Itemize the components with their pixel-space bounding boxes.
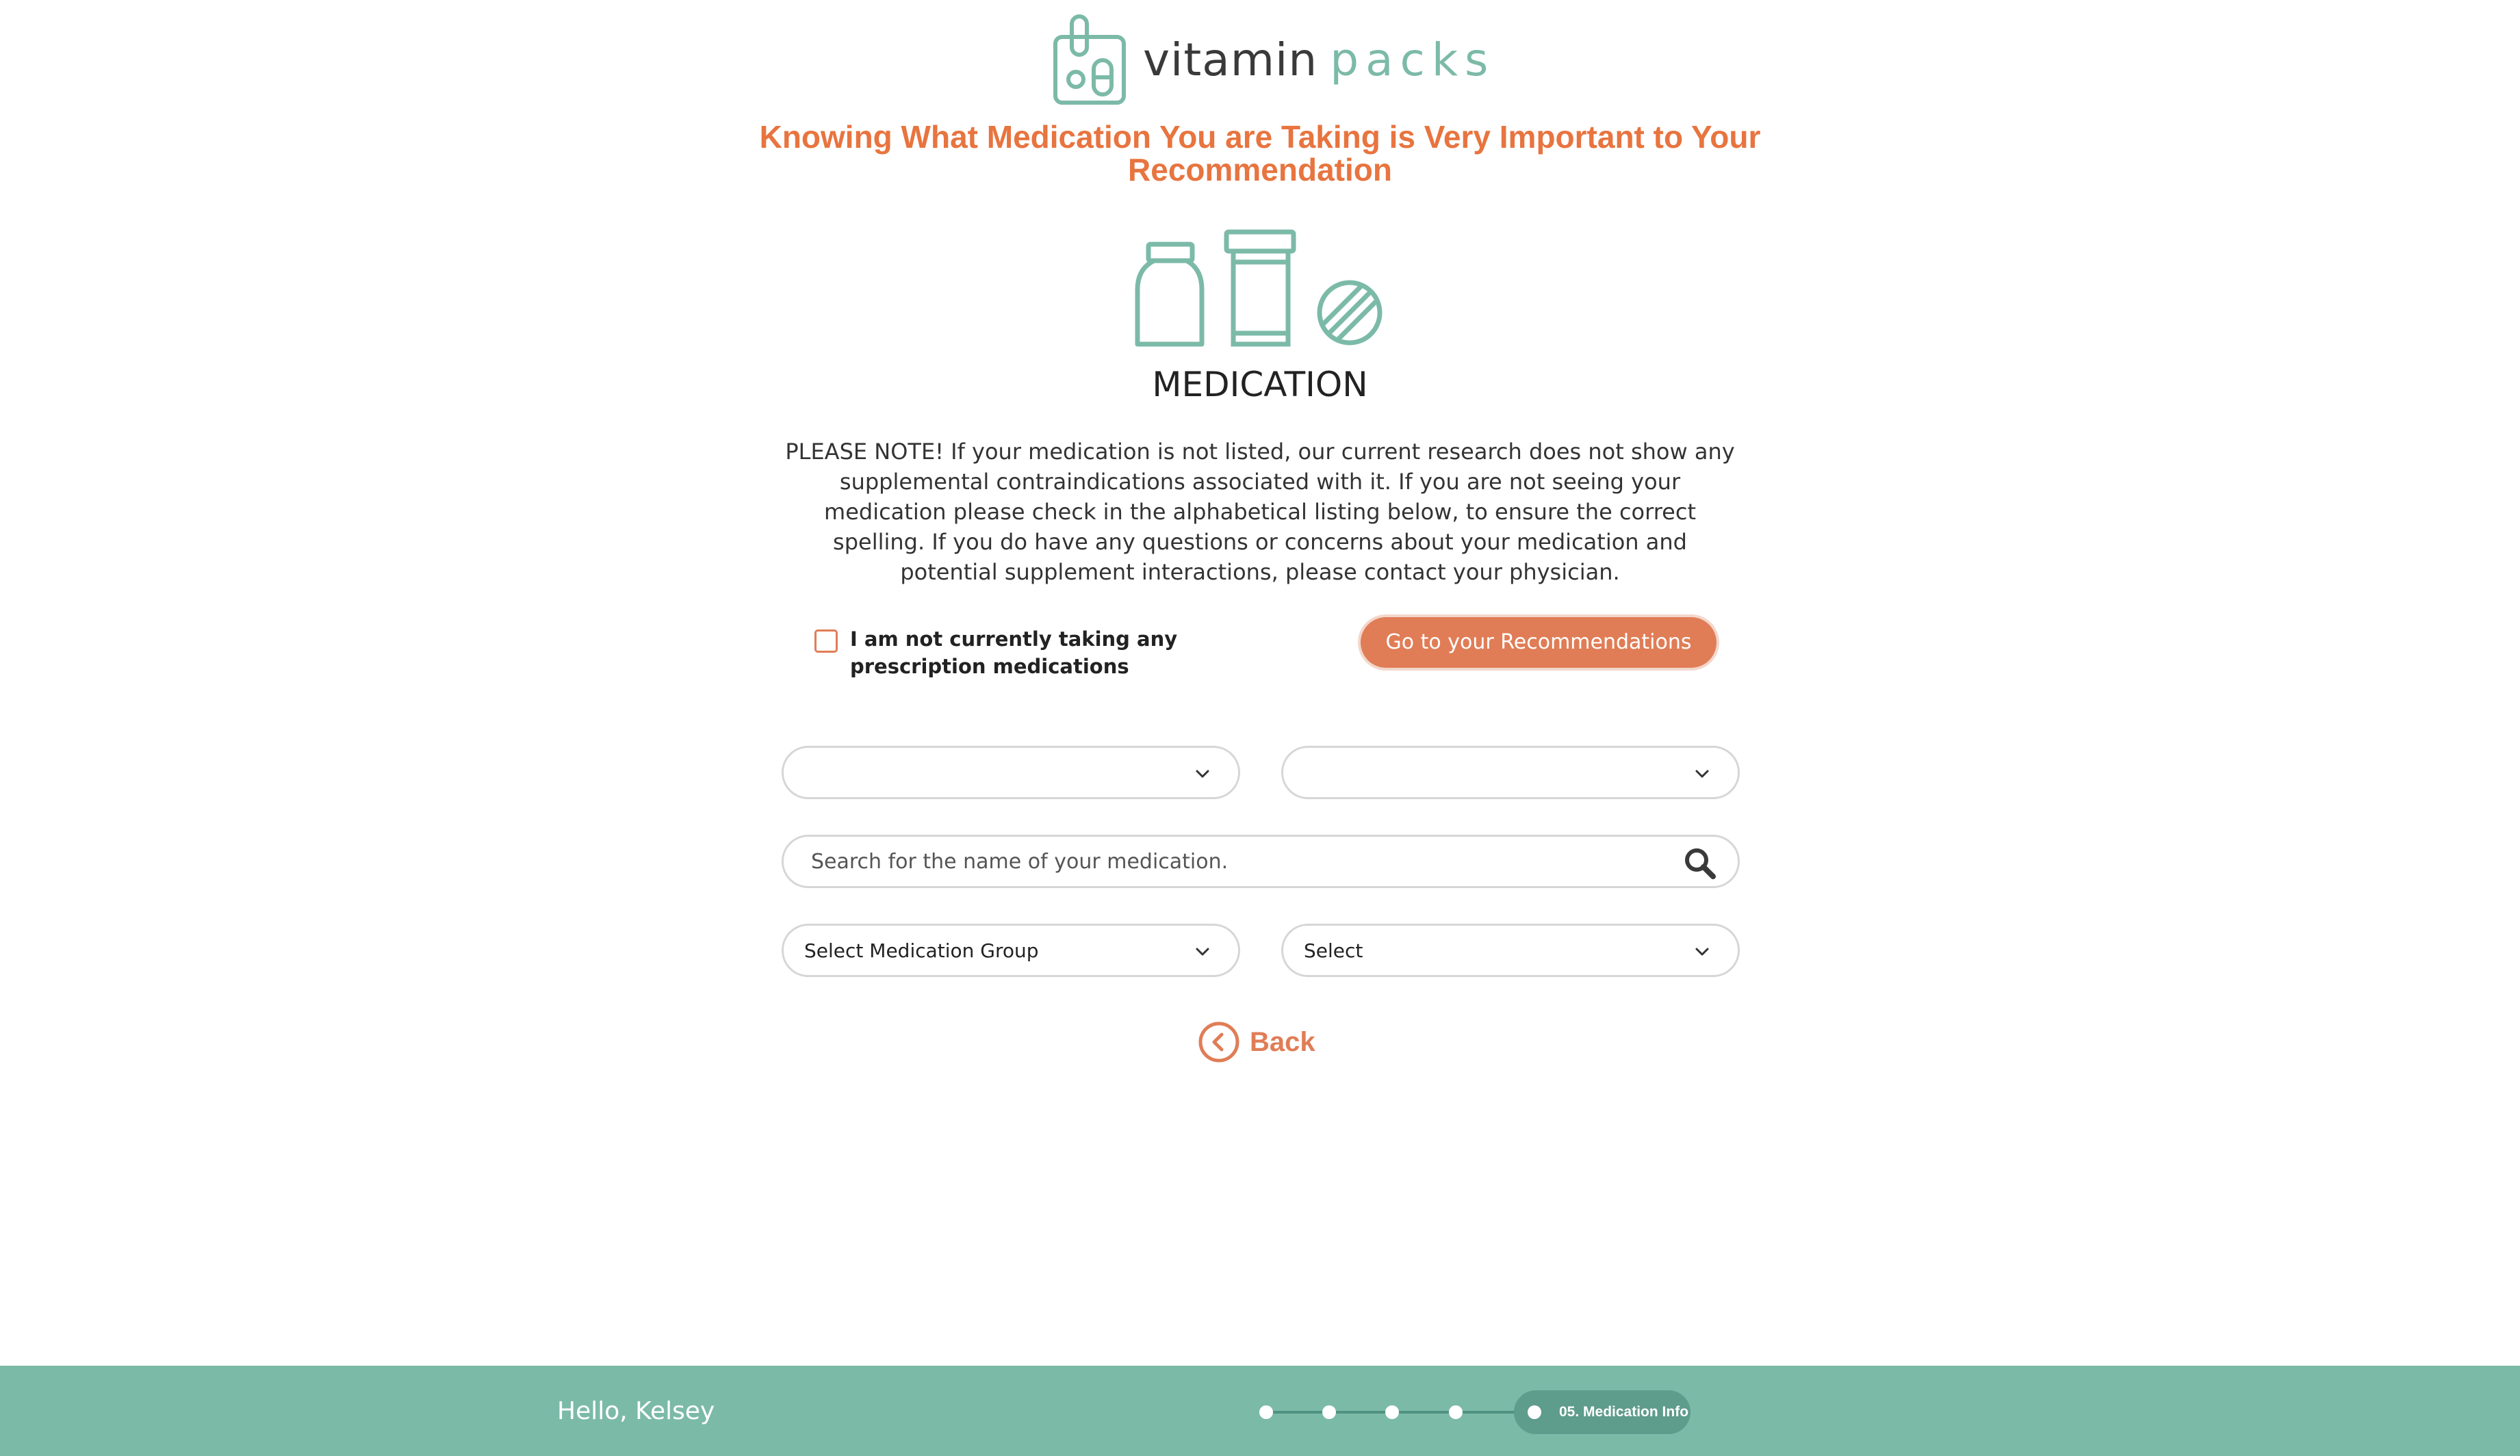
progress-step-current[interactable]: 05. Medication Info	[1514, 1390, 1690, 1434]
logo-word-packs: packs	[1330, 33, 1495, 86]
progress-track	[1268, 1411, 1555, 1414]
medication-search[interactable]	[782, 835, 1740, 888]
progress-step-3[interactable]	[1385, 1405, 1399, 1419]
medication-select-value: Select	[1304, 939, 1363, 962]
go-to-recommendations-button[interactable]: Go to your Recommendations	[1361, 617, 1717, 668]
chevron-down-icon	[1196, 948, 1209, 956]
back-arrow-icon	[1198, 1022, 1239, 1063]
section-title: MEDICATION	[1152, 365, 1368, 404]
medication-note: PLEASE NOTE! If your medication is not l…	[785, 439, 1735, 585]
dropdown-top-left[interactable]	[782, 746, 1240, 799]
no-medications-option[interactable]: I am not currently taking any prescripti…	[814, 625, 1307, 680]
current-step-label: 05. Medication Info	[1559, 1404, 1689, 1420]
user-greeting: Hello, Kelsey	[557, 1397, 715, 1425]
pill-bottle-logo-icon	[1053, 14, 1126, 105]
no-medications-label[interactable]: I am not currently taking any prescripti…	[850, 625, 1307, 680]
logo-word-vitamin: vitamin	[1143, 33, 1318, 86]
progress-step-4[interactable]	[1449, 1405, 1463, 1419]
medication-search-input[interactable]	[784, 837, 1646, 886]
chevron-down-icon	[1196, 770, 1209, 778]
progress-step-1[interactable]	[1259, 1405, 1273, 1419]
vitamin-packs-logo[interactable]: vitamin packs	[1051, 14, 1495, 105]
back-label: Back	[1250, 1026, 1315, 1057]
back-button[interactable]: Back	[1198, 1021, 1315, 1063]
search-icon[interactable]	[1683, 846, 1717, 881]
no-medications-checkbox[interactable]	[814, 629, 838, 653]
page-headline: Knowing What Medication You are Taking i…	[759, 119, 1761, 187]
chevron-down-icon	[1695, 948, 1709, 956]
medication-group-select[interactable]: Select Medication Group	[782, 924, 1240, 977]
footer-bar: Hello, Kelsey 05. Medication Info	[0, 1366, 2520, 1456]
chevron-down-icon	[1695, 770, 1709, 778]
progress-step-2[interactable]	[1322, 1405, 1336, 1419]
progress-tracker: 05. Medication Info	[1259, 1390, 1690, 1434]
dropdown-top-right[interactable]	[1281, 746, 1740, 799]
medication-select[interactable]: Select	[1281, 924, 1740, 977]
medication-bottles-icon	[1135, 229, 1383, 347]
medication-group-select-value: Select Medication Group	[804, 939, 1039, 962]
current-step-dot	[1528, 1405, 1541, 1419]
